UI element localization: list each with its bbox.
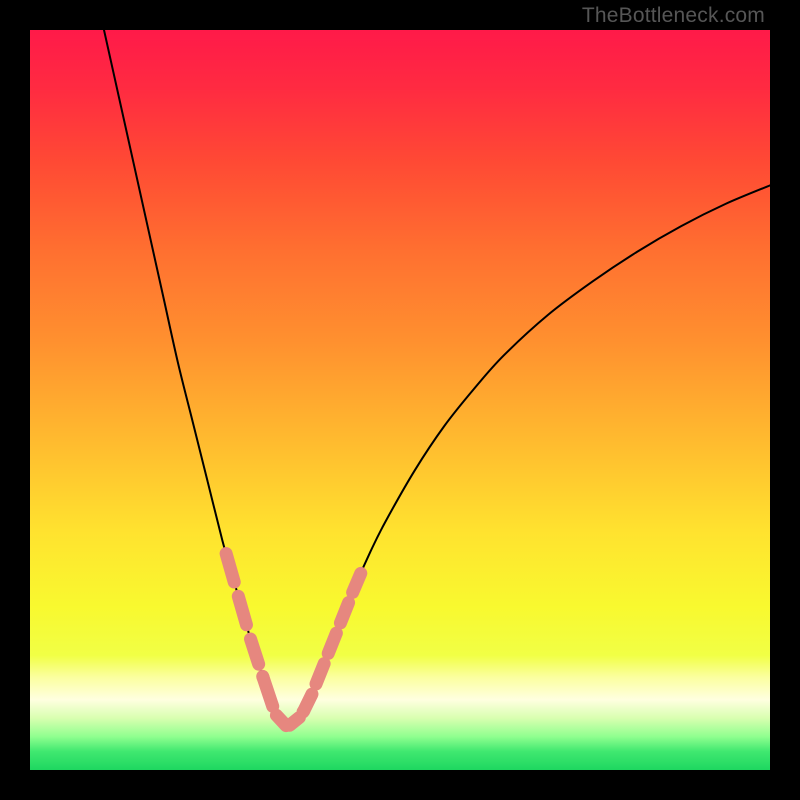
curve-beads-group (226, 554, 361, 726)
curve-bead (263, 678, 273, 707)
bottleneck-curve (104, 30, 770, 727)
curve-bead (251, 639, 259, 664)
plot-area (30, 30, 770, 770)
watermark-text: TheBottleneck.com (582, 4, 765, 28)
curve-bead (316, 664, 324, 684)
curve-bead (238, 596, 246, 624)
curve-bead (303, 711, 304, 712)
outer-frame: TheBottleneck.com (0, 0, 800, 800)
curve-layer (30, 30, 770, 770)
curve-bead (290, 717, 300, 725)
curve-bead (328, 633, 336, 653)
curve-bead (353, 573, 361, 592)
curve-bead (226, 554, 234, 582)
curve-bead (340, 603, 348, 623)
